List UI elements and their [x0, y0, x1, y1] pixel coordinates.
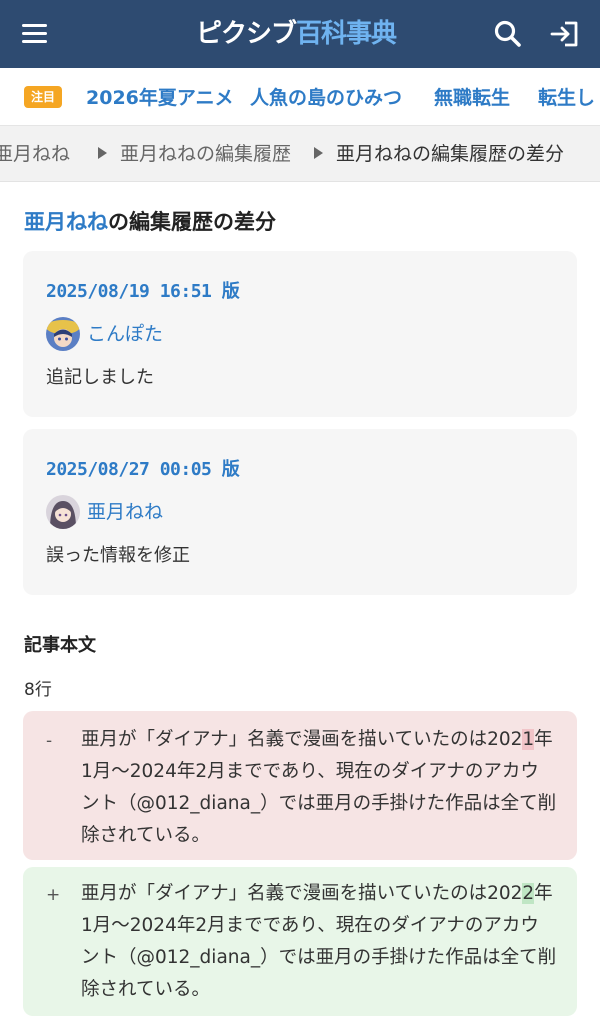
- revision-date-link[interactable]: 2025/08/19 16:51 版: [46, 277, 240, 303]
- trending-tag[interactable]: 転生し: [538, 84, 595, 112]
- login-icon[interactable]: [549, 18, 581, 50]
- diff-deleted-text: 亜月が「ダイアナ」名義で漫画を描いていたのは2021年1月〜2024年2月までで…: [81, 724, 557, 852]
- page-title: 亜月ねねの編集履歴の差分: [24, 206, 276, 238]
- revision-comment: 誤った情報を修正: [46, 545, 190, 566]
- breadcrumb-item-article[interactable]: 亜月ねね: [0, 140, 70, 168]
- site-logo[interactable]: ピクシブ百科事典: [196, 14, 397, 54]
- trending-tag[interactable]: 2026年夏アニメ: [86, 84, 234, 112]
- revision-user-link[interactable]: こんぽた: [87, 319, 163, 349]
- diff-deleted-highlight: 1: [522, 729, 535, 750]
- diff-added-marker: +: [46, 885, 61, 905]
- revision-user-link[interactable]: 亜月ねね: [87, 497, 163, 527]
- revision-card-new: 2025/08/27 00:05 版 亜月ねね 誤った情報を修正: [23, 429, 577, 595]
- breadcrumb-item-history[interactable]: 亜月ねねの編集履歴: [120, 140, 291, 168]
- app-header: ピクシブ百科事典: [0, 0, 600, 68]
- search-icon[interactable]: [492, 18, 524, 50]
- diff-deleted-block: - 亜月が「ダイアナ」名義で漫画を描いていたのは2021年1月〜2024年2月ま…: [23, 711, 577, 860]
- featured-badge: 注目: [24, 86, 63, 108]
- diff-added-highlight: 2: [522, 883, 535, 904]
- user-avatar[interactable]: [46, 495, 80, 529]
- user-avatar[interactable]: [46, 317, 80, 351]
- breadcrumb-item-current: 亜月ねねの編集履歴の差分: [336, 143, 565, 165]
- hamburger-menu-icon[interactable]: [22, 22, 48, 44]
- logo-text-encyclopedia: 百科事典: [296, 19, 397, 49]
- breadcrumb-separator-icon: [314, 147, 323, 159]
- revision-card-old: 2025/08/19 16:51 版 こんぽた 追記しました: [23, 251, 577, 417]
- article-title-link[interactable]: 亜月ねね: [24, 210, 108, 234]
- logo-text-pixiv: ピクシブ: [196, 19, 297, 49]
- section-title: 記事本文: [24, 635, 96, 656]
- revision-comment: 追記しました: [46, 367, 154, 388]
- trending-tag[interactable]: 人魚の島のひみつ: [250, 84, 402, 112]
- breadcrumb-separator-icon: [98, 147, 107, 159]
- breadcrumb: 亜月ねね 亜月ねねの編集履歴 亜月ねねの編集履歴の差分: [0, 126, 600, 182]
- trending-tag[interactable]: 無職転生: [434, 84, 510, 112]
- diff-text-before: 亜月が「ダイアナ」名義で漫画を描いていたのは202: [81, 729, 523, 750]
- diff-text-before: 亜月が「ダイアナ」名義で漫画を描いていたのは202: [81, 883, 523, 904]
- trending-tags-bar: 注目 2026年夏アニメ 人魚の島のひみつ 無職転生 転生し: [0, 68, 600, 126]
- diff-added-block: + 亜月が「ダイアナ」名義で漫画を描いていたのは2022年1月〜2024年2月ま…: [23, 867, 577, 1016]
- diff-added-text: 亜月が「ダイアナ」名義で漫画を描いていたのは2022年1月〜2024年2月までで…: [81, 878, 557, 1006]
- page-title-suffix: の編集履歴の差分: [108, 210, 276, 234]
- revision-date-link[interactable]: 2025/08/27 00:05 版: [46, 455, 240, 481]
- diff-deleted-marker: -: [46, 731, 53, 751]
- diff-line-count: 8行: [24, 680, 52, 700]
